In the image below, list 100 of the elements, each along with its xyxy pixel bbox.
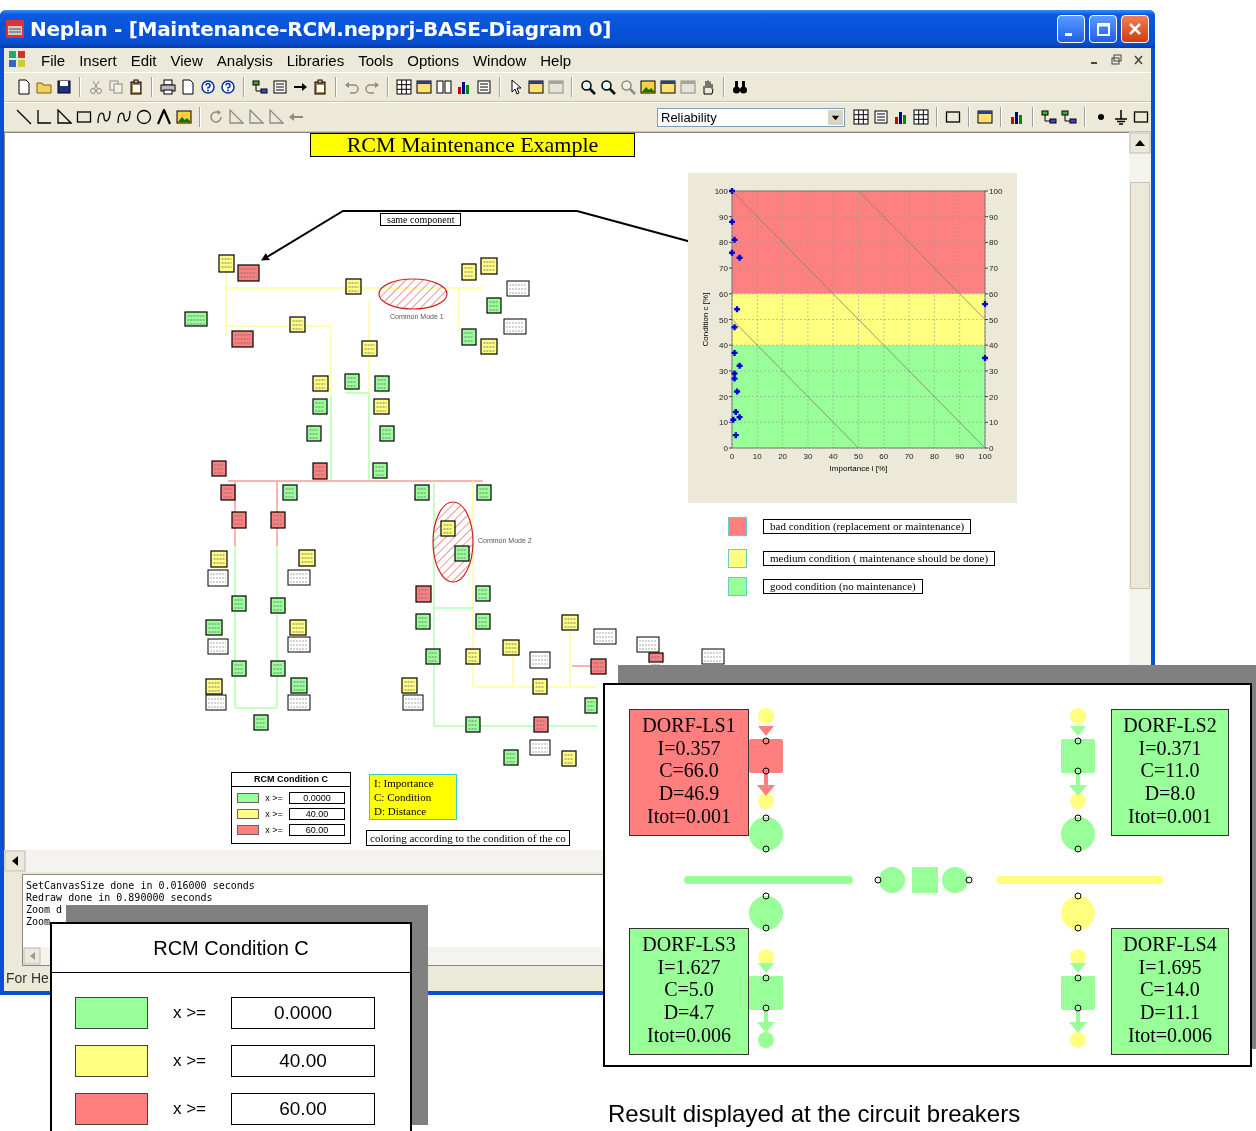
component-node[interactable] bbox=[590, 658, 607, 675]
component-node[interactable] bbox=[476, 484, 492, 501]
component-node[interactable] bbox=[231, 660, 247, 677]
component-node[interactable] bbox=[312, 375, 329, 392]
component-node[interactable] bbox=[306, 425, 322, 442]
menu-item[interactable]: Insert bbox=[72, 49, 124, 71]
window-icon[interactable] bbox=[977, 109, 993, 125]
magnifier-icon[interactable] bbox=[600, 79, 616, 95]
list-icon[interactable] bbox=[873, 109, 889, 125]
component-node[interactable] bbox=[270, 660, 286, 677]
component-node[interactable] bbox=[231, 511, 247, 529]
maximize-button[interactable] bbox=[1089, 15, 1117, 43]
bar-chart-icon[interactable] bbox=[893, 109, 909, 125]
component-node[interactable] bbox=[218, 254, 235, 273]
component-node[interactable] bbox=[533, 716, 549, 733]
component-node[interactable] bbox=[205, 619, 223, 636]
hand-icon[interactable] bbox=[700, 79, 716, 95]
component-node[interactable] bbox=[561, 614, 579, 631]
component-node[interactable] bbox=[253, 714, 269, 731]
clipboard-icon[interactable] bbox=[128, 79, 144, 95]
menu-item[interactable]: File bbox=[34, 49, 73, 71]
component-node[interactable] bbox=[282, 484, 298, 501]
component-node[interactable] bbox=[503, 749, 519, 766]
component-node[interactable] bbox=[461, 263, 477, 281]
scenario-dropdown[interactable]: Reliability bbox=[657, 107, 845, 127]
component-node[interactable] bbox=[237, 264, 260, 282]
component-node[interactable] bbox=[561, 750, 577, 767]
component-node[interactable] bbox=[374, 375, 390, 392]
help-icon[interactable] bbox=[200, 79, 216, 95]
component-node[interactable] bbox=[344, 373, 360, 390]
rectangle-icon[interactable] bbox=[1133, 109, 1149, 125]
component-node[interactable] bbox=[475, 585, 491, 602]
component-node[interactable] bbox=[205, 678, 223, 695]
threshold-field[interactable]: 40.00 bbox=[231, 1045, 375, 1077]
component-node[interactable] bbox=[361, 340, 378, 357]
tree-icon[interactable] bbox=[252, 79, 268, 95]
rectangle-icon[interactable] bbox=[76, 109, 92, 125]
component-node[interactable] bbox=[312, 398, 328, 415]
menu-item[interactable]: Edit bbox=[123, 49, 164, 71]
clipboard-icon[interactable] bbox=[312, 79, 328, 95]
component-node[interactable] bbox=[502, 639, 520, 656]
component-node[interactable] bbox=[648, 652, 664, 666]
component-node[interactable] bbox=[270, 511, 286, 529]
close-button[interactable] bbox=[1121, 15, 1149, 43]
document-icon[interactable] bbox=[8, 50, 28, 70]
image-icon[interactable] bbox=[640, 79, 656, 95]
component-node[interactable] bbox=[584, 697, 598, 714]
component-node[interactable] bbox=[312, 462, 328, 480]
component-node[interactable] bbox=[475, 613, 491, 630]
component-node[interactable] bbox=[440, 520, 456, 537]
pointer-icon[interactable] bbox=[508, 79, 524, 95]
component-node[interactable] bbox=[454, 545, 470, 562]
component-node[interactable] bbox=[401, 677, 418, 694]
component-node[interactable] bbox=[414, 484, 430, 501]
window-icon[interactable] bbox=[528, 79, 544, 95]
breaker-symbol[interactable] bbox=[1061, 726, 1095, 796]
triangle-icon[interactable] bbox=[56, 109, 72, 125]
bar-chart-icon[interactable] bbox=[456, 79, 472, 95]
window-icon[interactable] bbox=[660, 79, 676, 95]
ground-icon[interactable] bbox=[1113, 109, 1129, 125]
minimize-button[interactable] bbox=[1057, 15, 1085, 43]
help-icon[interactable] bbox=[220, 79, 236, 95]
circle-icon[interactable] bbox=[136, 109, 152, 125]
binoculars-icon[interactable] bbox=[732, 79, 748, 95]
window-icon[interactable] bbox=[416, 79, 432, 95]
text-tool-icon[interactable] bbox=[156, 109, 172, 125]
component-node[interactable] bbox=[184, 311, 208, 327]
component-node[interactable] bbox=[289, 619, 307, 636]
list-icon[interactable] bbox=[272, 79, 288, 95]
component-node[interactable] bbox=[289, 316, 306, 333]
threshold-field[interactable]: 60.00 bbox=[231, 1093, 375, 1125]
menu-item[interactable]: View bbox=[163, 49, 210, 71]
component-node[interactable] bbox=[425, 648, 441, 665]
image-icon[interactable] bbox=[176, 109, 192, 125]
component-node[interactable] bbox=[480, 257, 498, 275]
rectangle-icon[interactable] bbox=[945, 109, 961, 125]
columns-icon[interactable] bbox=[436, 79, 452, 95]
threshold-field[interactable]: 0.0000 bbox=[231, 997, 375, 1029]
bar-chart-icon[interactable] bbox=[1009, 109, 1025, 125]
component-node[interactable] bbox=[231, 595, 247, 612]
component-node[interactable] bbox=[372, 462, 388, 479]
printer-icon[interactable] bbox=[160, 79, 176, 95]
curve-icon[interactable] bbox=[96, 109, 112, 125]
component-node[interactable] bbox=[415, 613, 431, 630]
page-icon[interactable] bbox=[16, 79, 32, 95]
grid-icon[interactable] bbox=[853, 109, 869, 125]
component-node[interactable] bbox=[461, 328, 477, 346]
page-icon[interactable] bbox=[180, 79, 196, 95]
list-icon[interactable] bbox=[476, 79, 492, 95]
tree-icon[interactable] bbox=[1041, 109, 1057, 125]
line-icon[interactable] bbox=[16, 109, 32, 125]
component-node[interactable] bbox=[480, 338, 498, 355]
menu-item[interactable]: Options bbox=[400, 49, 466, 71]
threshold-field[interactable]: 0.0000 bbox=[289, 792, 345, 804]
component-node[interactable] bbox=[270, 597, 286, 614]
menu-item[interactable]: Help bbox=[533, 49, 579, 71]
menu-item[interactable]: Window bbox=[465, 49, 534, 71]
component-node[interactable] bbox=[211, 460, 227, 477]
component-node[interactable] bbox=[379, 425, 395, 442]
component-node[interactable] bbox=[298, 549, 316, 567]
